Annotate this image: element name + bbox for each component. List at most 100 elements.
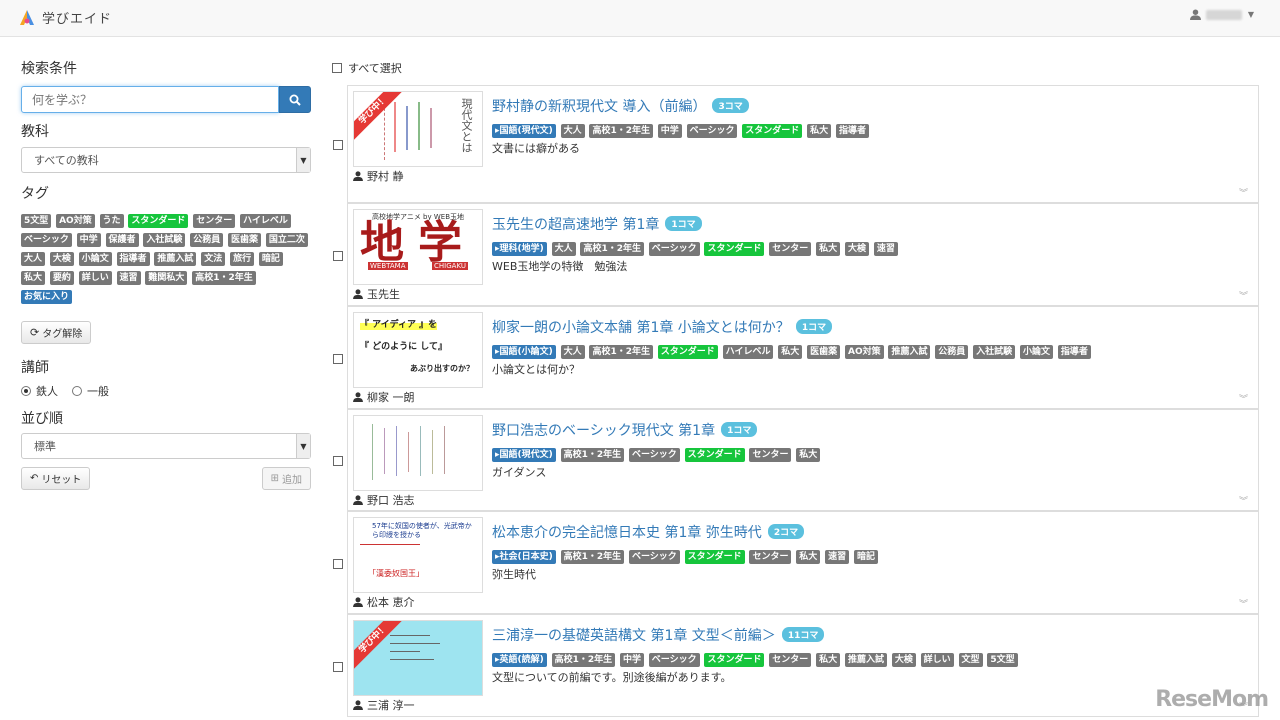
course-tag[interactable]: 私大 [807, 124, 832, 138]
course-thumbnail[interactable]: 学び中！ [353, 620, 483, 696]
expand-chevron-icon[interactable]: ︾ [1239, 597, 1248, 610]
teacher-radio-tetsujin[interactable] [21, 386, 31, 396]
course-tag[interactable]: ハイレベル [722, 345, 774, 359]
filter-tag[interactable]: 暗記 [258, 252, 283, 266]
course-tag[interactable]: 高校1・2年生 [589, 124, 653, 138]
filter-tag[interactable]: 大検 [49, 252, 74, 266]
course-title-link[interactable]: 野村静の新釈現代文 導入（前編） 3コマ [492, 96, 749, 116]
course-tag[interactable]: 指導者 [835, 124, 869, 138]
course-tag[interactable]: AO対策 [844, 345, 884, 359]
course-tag[interactable]: 中学 [657, 124, 682, 138]
sort-select[interactable]: 標準 ▼ [21, 433, 311, 459]
course-thumbnail[interactable]: 高校地学アニメ by WEB玉地 地学 WEBTAMA CHIGAKU [353, 209, 483, 285]
course-tag[interactable]: センター [769, 653, 812, 667]
course-tag[interactable]: ベーシック [628, 550, 680, 564]
course-tag[interactable]: スタンダード [704, 653, 765, 667]
course-tag[interactable]: 私大 [778, 345, 803, 359]
course-tag[interactable]: 大検 [891, 653, 916, 667]
filter-tag[interactable]: 医歯薬 [228, 233, 262, 247]
course-title-link[interactable]: 松本恵介の完全記憶日本史 第1章 弥生時代 2コマ [492, 522, 805, 542]
course-tag[interactable]: 医歯薬 [807, 345, 841, 359]
teacher-radio-general[interactable] [72, 386, 82, 396]
filter-tag[interactable]: 要約 [49, 271, 74, 285]
course-title-link[interactable]: 野口浩志のベーシック現代文 第1章 1コマ [492, 420, 758, 440]
expand-chevron-icon[interactable]: ︾ [1239, 289, 1248, 302]
filter-tag[interactable]: 文法 [201, 252, 226, 266]
course-tag[interactable]: 入社試験 [973, 345, 1016, 359]
filter-tag[interactable]: 国立二次 [265, 233, 308, 247]
subject-badge[interactable]: ▸国語(現代文) [492, 448, 556, 462]
course-tag[interactable]: ベーシック [648, 242, 700, 256]
course-tag[interactable]: 大人 [560, 345, 585, 359]
filter-tag[interactable]: 私大 [21, 271, 46, 285]
filter-tag[interactable]: 5文型 [21, 214, 52, 228]
filter-tag[interactable]: 高校1・2年生 [192, 271, 256, 285]
course-tag[interactable]: センター [749, 550, 792, 564]
subject-badge[interactable]: ▸英語(読解) [492, 653, 547, 667]
course-title-link[interactable]: 三浦淳一の基礎英語構文 第1章 文型＜前編＞ 11コマ [492, 625, 825, 645]
course-tag[interactable]: ベーシック [628, 448, 680, 462]
search-input[interactable] [21, 86, 279, 113]
course-checkbox[interactable] [333, 251, 343, 261]
course-tag[interactable]: 私大 [796, 550, 821, 564]
filter-tag[interactable]: 難関私大 [145, 271, 188, 285]
course-tag[interactable]: 高校1・2年生 [560, 448, 625, 462]
course-tag[interactable]: 高校1・2年生 [589, 345, 653, 359]
course-thumbnail[interactable]: 57年に奴国の使者が、光武帝から印綬を授かる 「漢委奴国王」 [353, 517, 483, 593]
course-tag[interactable]: 大人 [560, 124, 585, 138]
filter-tag[interactable]: 速習 [116, 271, 141, 285]
course-checkbox[interactable] [333, 456, 343, 466]
add-button[interactable]: ⊞ 追加 [261, 467, 311, 490]
course-tag[interactable]: 高校1・2年生 [551, 653, 616, 667]
select-all-row[interactable]: すべて選択 [332, 59, 1259, 77]
filter-tag[interactable]: 推薦入試 [154, 252, 197, 266]
subject-badge[interactable]: ▸理科(地学) [492, 242, 547, 256]
course-tag[interactable]: 文型 [958, 653, 983, 667]
course-tag[interactable]: スタンダード [684, 448, 745, 462]
course-tag[interactable]: 中学 [619, 653, 644, 667]
course-tag[interactable]: 推薦入試 [844, 653, 887, 667]
course-tag[interactable]: 速習 [825, 550, 850, 564]
course-tag[interactable]: 大検 [844, 242, 869, 256]
course-tag[interactable]: 暗記 [853, 550, 878, 564]
filter-tag[interactable]: 公務員 [190, 233, 224, 247]
search-button[interactable] [279, 86, 311, 113]
expand-chevron-icon[interactable]: ︾ [1239, 392, 1248, 405]
subject-badge[interactable]: ▸社会(日本史) [492, 550, 556, 564]
filter-tag[interactable]: 詳しい [78, 271, 112, 285]
course-tag[interactable]: 私大 [796, 448, 821, 462]
course-tag[interactable]: スタンダード [742, 124, 803, 138]
filter-tag[interactable]: お気に入り [21, 290, 73, 304]
expand-chevron-icon[interactable]: ︾ [1239, 494, 1248, 507]
course-tag[interactable]: 速習 [873, 242, 898, 256]
filter-tag[interactable]: スタンダード [128, 214, 189, 228]
filter-tag[interactable]: 入社試験 [143, 233, 186, 247]
course-tag[interactable]: 高校1・2年生 [560, 550, 625, 564]
course-title-link[interactable]: 柳家一朗の小論文本舗 第1章 小論文とは何か？ 1コマ [492, 317, 833, 337]
course-tag[interactable]: 高校1・2年生 [580, 242, 644, 256]
course-checkbox[interactable] [333, 354, 343, 364]
course-tag[interactable]: ベーシック [648, 653, 700, 667]
filter-tag[interactable]: センター [193, 214, 236, 228]
course-tag[interactable]: スタンダード [657, 345, 718, 359]
course-tag[interactable]: 詳しい [920, 653, 954, 667]
filter-tag[interactable]: AO対策 [56, 214, 95, 228]
course-checkbox[interactable] [333, 662, 343, 672]
filter-tag[interactable]: うた [99, 214, 124, 228]
filter-tag[interactable]: 保護者 [105, 233, 139, 247]
course-tag[interactable]: 推薦入試 [888, 345, 931, 359]
course-tag[interactable]: 小論文 [1019, 345, 1053, 359]
subject-select[interactable]: すべての教科 ▼ [21, 147, 311, 173]
course-tag[interactable]: 私大 [816, 242, 841, 256]
subject-badge[interactable]: ▸国語(小論文) [492, 345, 556, 359]
course-thumbnail[interactable]: 『 アイディア 』を 『 どのように して』 あぶり出すのか？ [353, 312, 483, 388]
user-menu[interactable]: ▼ [1189, 9, 1254, 20]
course-thumbnail[interactable]: 現代文とは 学び中！ [353, 91, 483, 167]
select-all-checkbox[interactable] [332, 63, 342, 73]
course-tag[interactable]: ベーシック [686, 124, 738, 138]
course-tag[interactable]: 5文型 [987, 653, 1018, 667]
course-tag[interactable]: スタンダード [684, 550, 745, 564]
course-thumbnail[interactable] [353, 415, 483, 491]
course-title-link[interactable]: 玉先生の超高速地学 第1章 1コマ [492, 214, 702, 234]
filter-tag[interactable]: ベーシック [21, 233, 72, 247]
